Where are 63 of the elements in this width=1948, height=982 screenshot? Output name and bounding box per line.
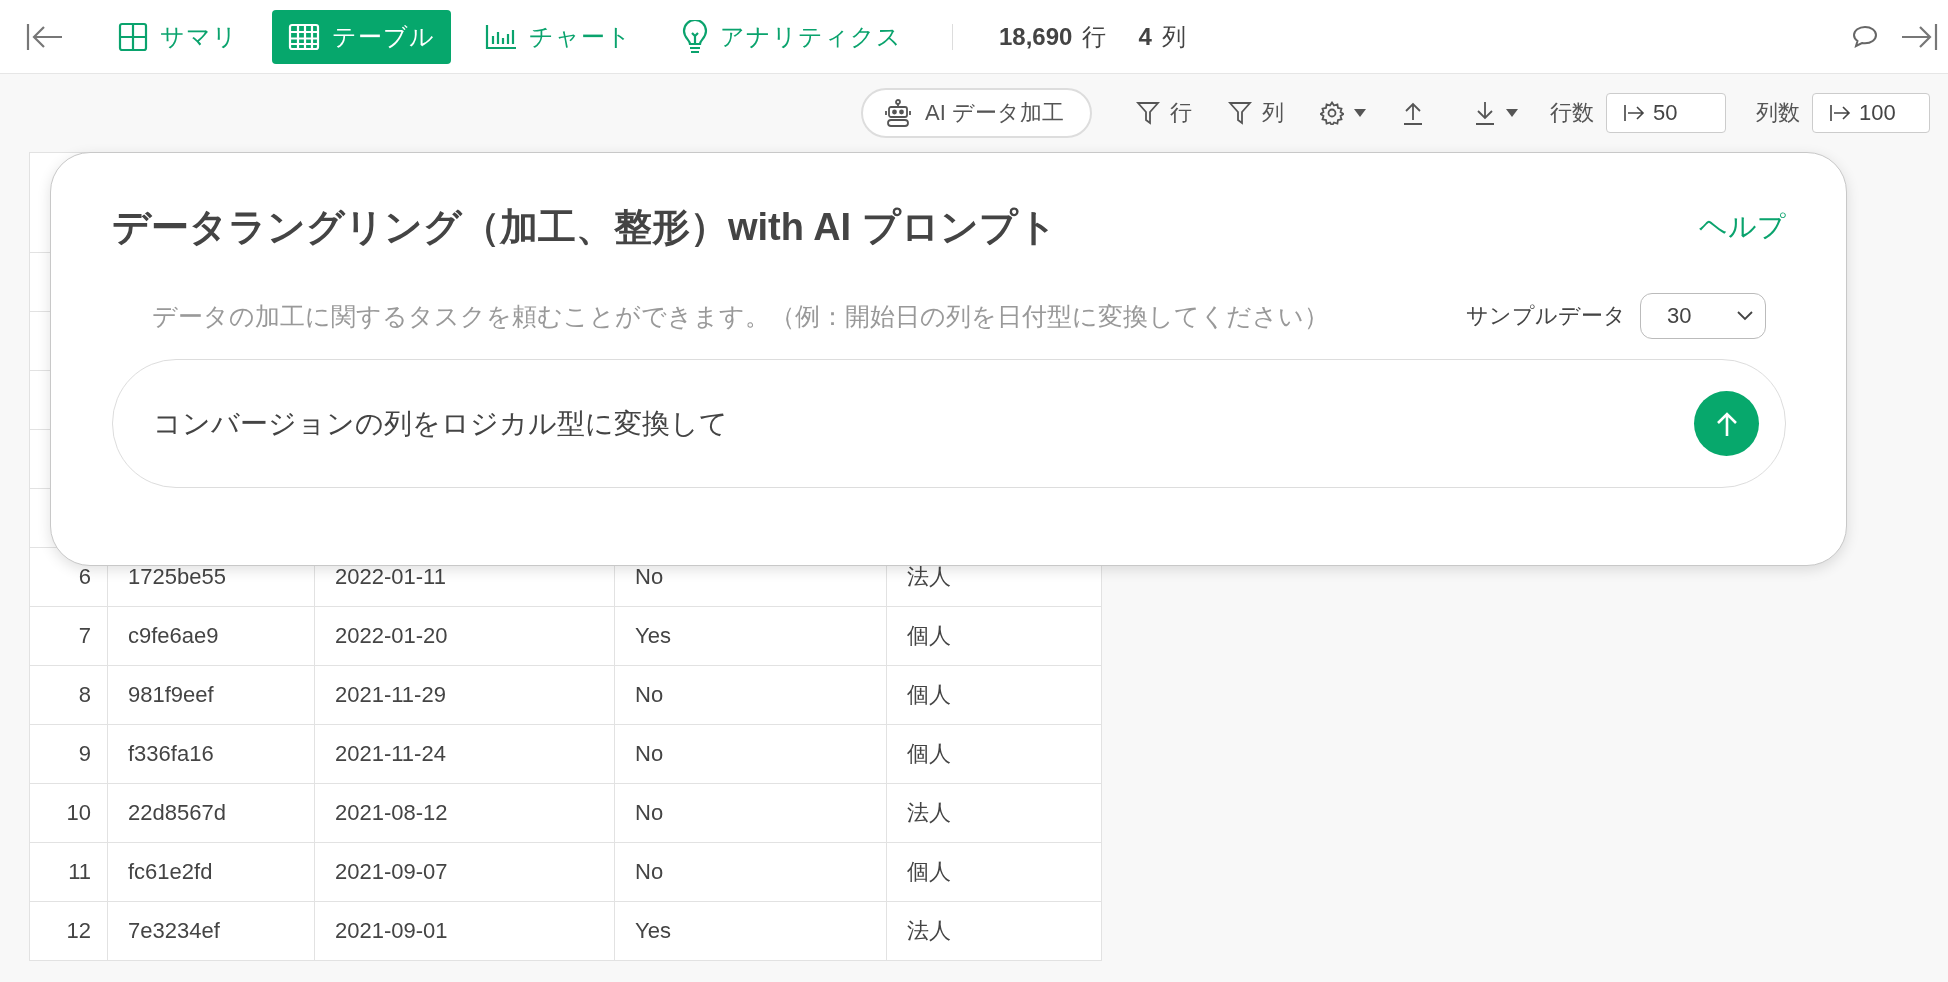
settings-icon bbox=[1320, 101, 1344, 125]
table-cell: f336fa16 bbox=[107, 724, 315, 784]
sample-data-label: サンプルデータ bbox=[1466, 302, 1626, 330]
table-cell: fc61e2fd bbox=[107, 842, 315, 902]
collapse-left-icon[interactable] bbox=[26, 22, 64, 51]
table-cell: 法人 bbox=[886, 901, 1102, 961]
chevron-down-icon bbox=[1737, 311, 1753, 321]
columns-label: 列数 bbox=[1756, 99, 1800, 127]
table-cell: No bbox=[614, 783, 887, 843]
filter-icon bbox=[1136, 101, 1160, 125]
collapse-right-icon[interactable] bbox=[1900, 22, 1938, 51]
sample-size-select[interactable]: 30 bbox=[1640, 293, 1766, 339]
columns-field[interactable]: 100 bbox=[1812, 93, 1930, 133]
rows-field[interactable]: 50 bbox=[1606, 93, 1726, 133]
table-cell: 2021-09-01 bbox=[314, 901, 615, 961]
table-cell: 2022-01-20 bbox=[314, 606, 615, 666]
table-cell: No bbox=[614, 842, 887, 902]
filter-button[interactable]: 行 bbox=[1126, 94, 1202, 132]
caret-icon bbox=[1354, 109, 1366, 117]
comment-icon[interactable] bbox=[1852, 24, 1878, 49]
dialog-description: データの加工に関するタスクを頼むことができます。（例：開始日の列を日付型に変換してください） bbox=[152, 300, 1330, 332]
filter-button[interactable]: 列 bbox=[1218, 94, 1294, 132]
table-cell: c9fe6ae9 bbox=[107, 606, 315, 666]
ai-data-processing-button[interactable]: AI データ加工 bbox=[861, 88, 1092, 138]
caret-icon bbox=[1506, 109, 1518, 117]
table-cell: 981f9eef bbox=[107, 665, 315, 725]
prompt-field[interactable]: コンバージョンの列をロジカル型に変換して bbox=[112, 359, 1786, 488]
table-cell: 2021-09-07 bbox=[314, 842, 615, 902]
table-cell: 個人 bbox=[886, 724, 1102, 784]
arrow-up-icon bbox=[1715, 410, 1738, 437]
table-cell: 7e3234ef bbox=[107, 901, 315, 961]
grid-icon bbox=[118, 21, 148, 52]
jump-icon bbox=[1829, 104, 1851, 122]
lightbulb-icon bbox=[682, 19, 708, 54]
table-cell: 2021-08-12 bbox=[314, 783, 615, 843]
table-cell: 個人 bbox=[886, 842, 1102, 902]
table-cell: Yes bbox=[614, 606, 887, 666]
table-icon bbox=[288, 22, 320, 51]
row-number: 10 bbox=[29, 783, 108, 843]
row-count: 18,690 行 bbox=[999, 21, 1107, 52]
table-cell: 法人 bbox=[886, 783, 1102, 843]
table-cell: 個人 bbox=[886, 606, 1102, 666]
row-number: 7 bbox=[29, 606, 108, 666]
table-cell: 2021-11-24 bbox=[314, 724, 615, 784]
row-number: 11 bbox=[29, 842, 108, 902]
row-number: 9 bbox=[29, 724, 108, 784]
jump-icon bbox=[1623, 104, 1645, 122]
download-icon bbox=[1474, 101, 1496, 125]
dialog-title: データラングリング（加工、整形）with AI プロンプト bbox=[112, 205, 1057, 250]
bar-chart-icon bbox=[485, 23, 517, 50]
table-cell: 2021-11-29 bbox=[314, 665, 615, 725]
rows-label: 行数 bbox=[1550, 99, 1594, 127]
column-count: 4 列 bbox=[1138, 21, 1186, 52]
table-cell: 22d8567d bbox=[107, 783, 315, 843]
table-cell: 個人 bbox=[886, 665, 1102, 725]
robot-icon bbox=[885, 99, 912, 127]
table-cell: No bbox=[614, 724, 887, 784]
row-number: 8 bbox=[29, 665, 108, 725]
table-cell: Yes bbox=[614, 901, 887, 961]
filter-icon bbox=[1228, 101, 1252, 125]
table-cell: No bbox=[614, 665, 887, 725]
upload-icon bbox=[1402, 101, 1424, 125]
row-number: 12 bbox=[29, 901, 108, 961]
